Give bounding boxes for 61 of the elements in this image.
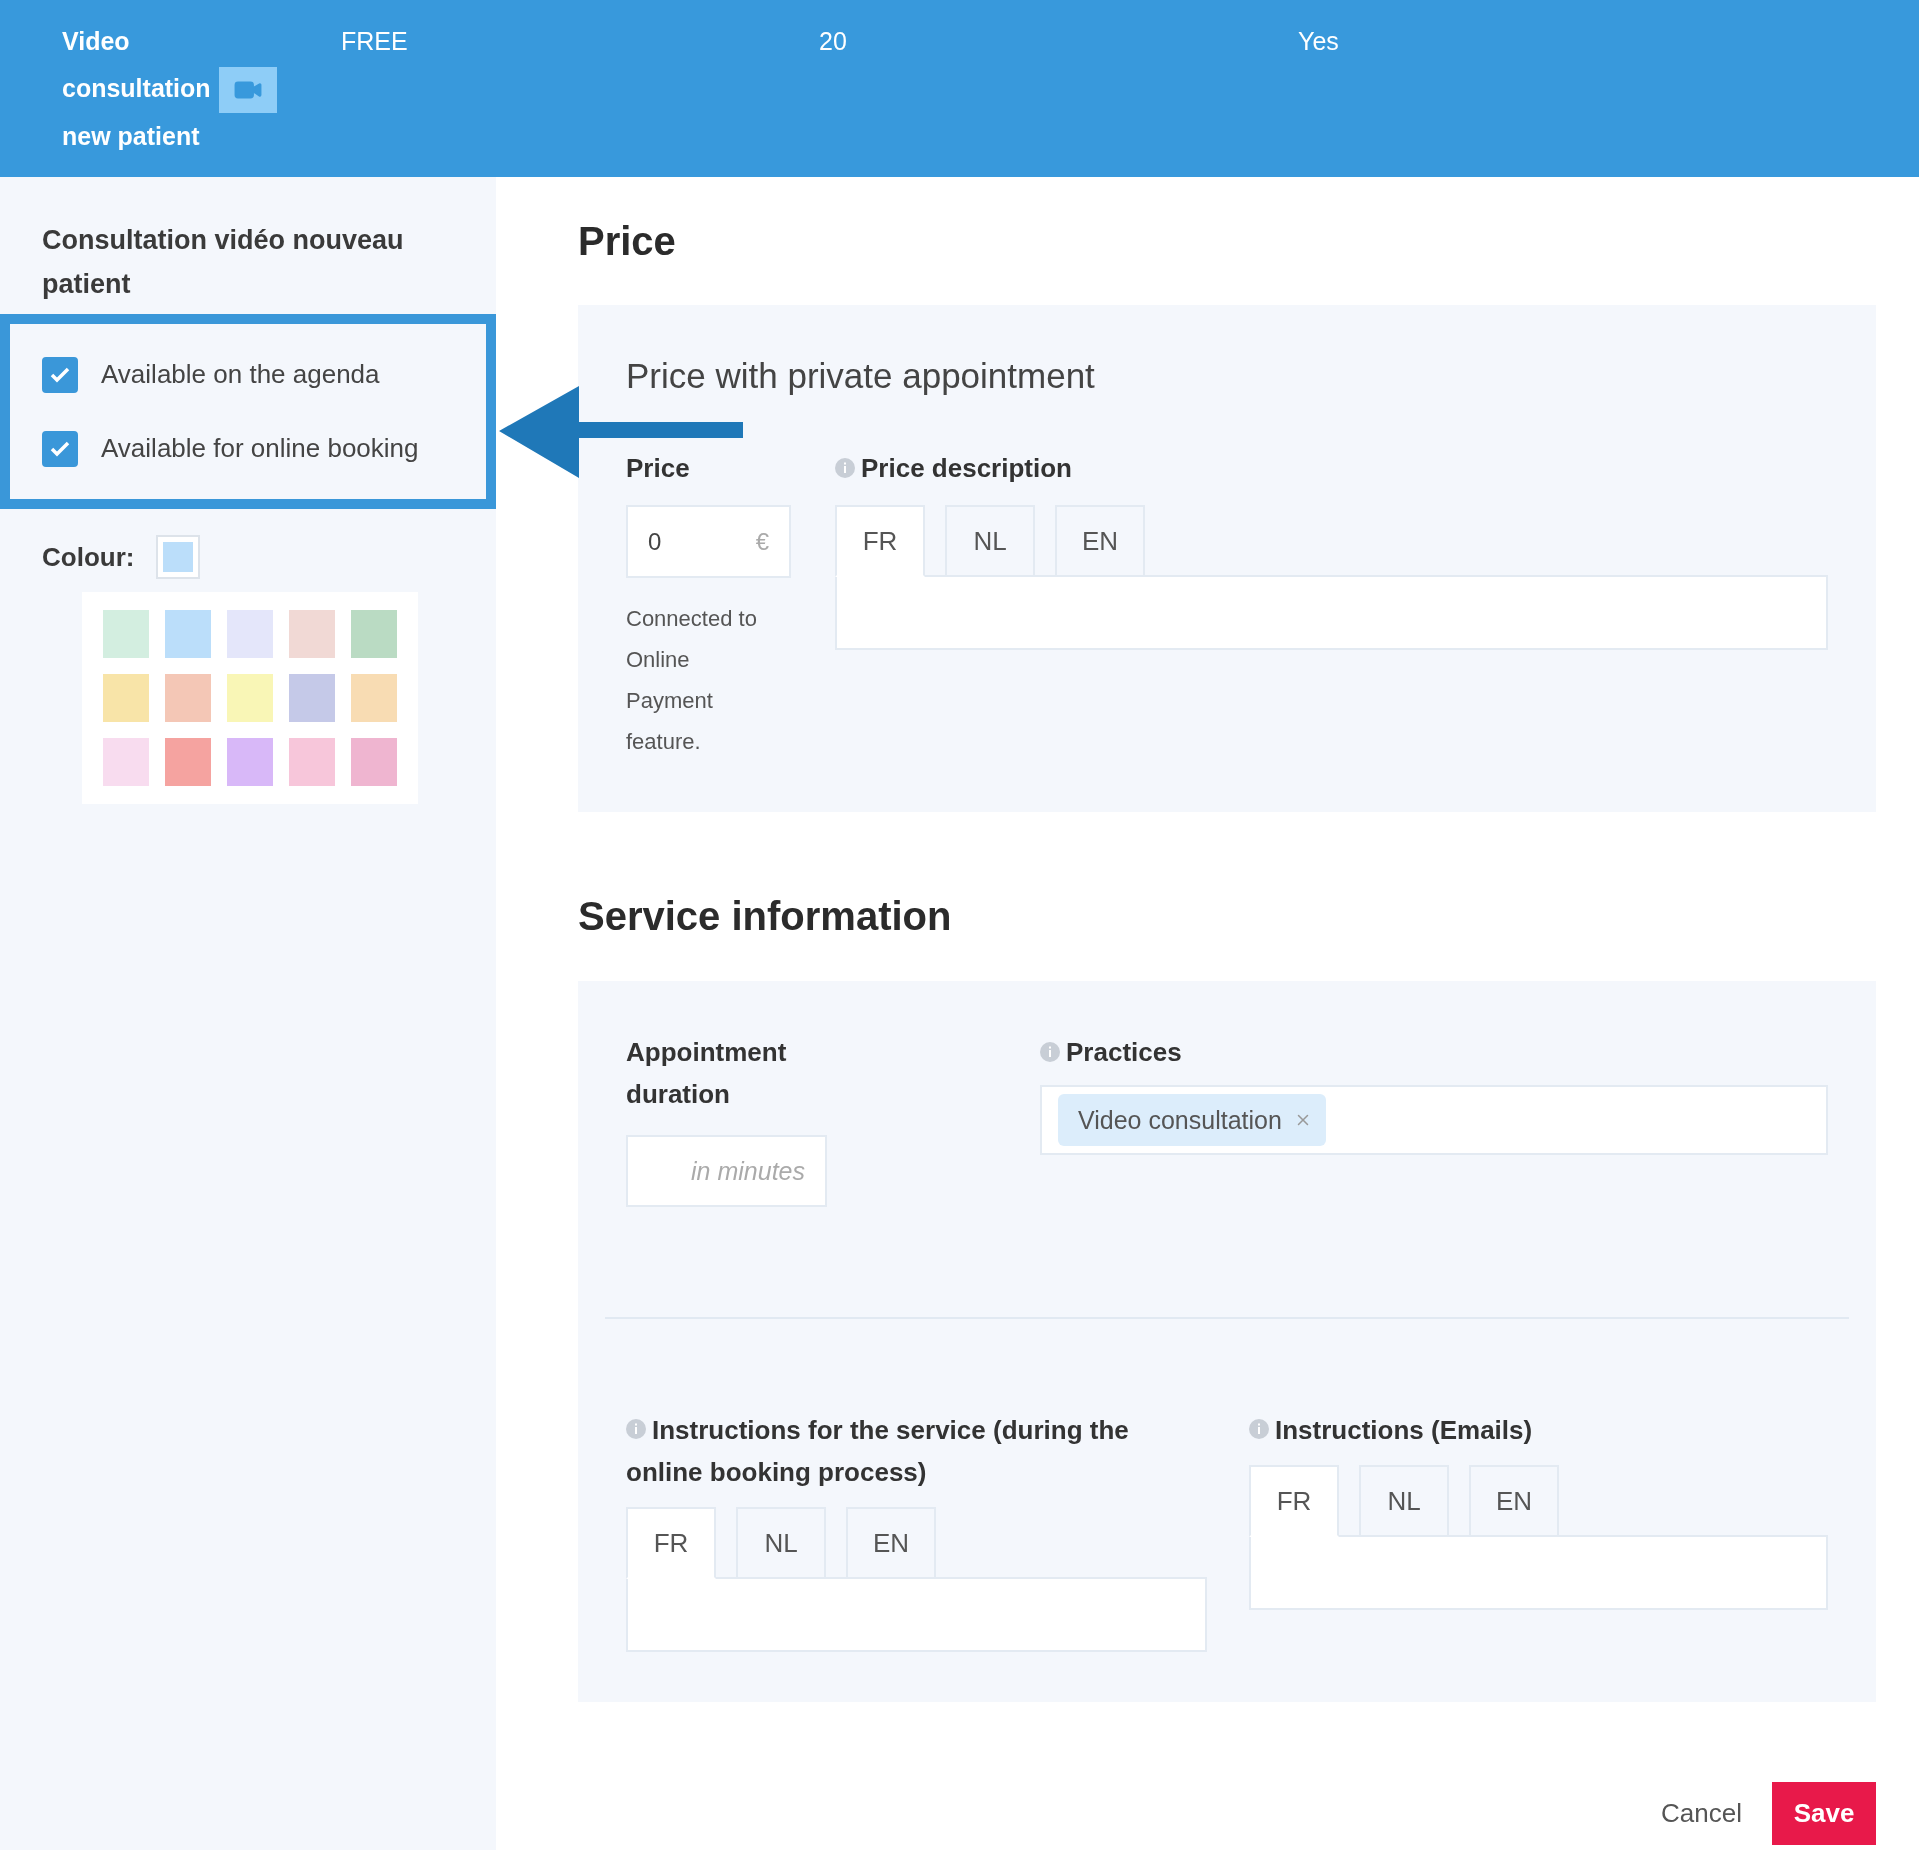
colour-swatch[interactable] xyxy=(165,674,211,722)
colour-label: Colour: xyxy=(42,541,135,573)
colour-swatch[interactable] xyxy=(289,738,335,786)
colour-swatch[interactable] xyxy=(165,610,211,658)
colour-swatch[interactable] xyxy=(227,610,273,658)
language-tab[interactable]: FR xyxy=(1249,1465,1339,1537)
colour-picker[interactable] xyxy=(156,535,201,579)
info-icon xyxy=(626,1419,646,1439)
panel-title: Price with private appointment xyxy=(626,355,1096,397)
save-button[interactable]: Save xyxy=(1772,1782,1876,1845)
service-title: new patient xyxy=(62,122,200,151)
header-value: Yes xyxy=(1298,27,1339,55)
price-input[interactable]: 0 € xyxy=(626,505,791,578)
info-icon xyxy=(1040,1042,1060,1062)
cancel-button[interactable]: Cancel xyxy=(1661,1798,1742,1829)
price-value: 0 xyxy=(648,527,662,556)
checkbox-label: Available for online booking xyxy=(101,433,419,464)
colour-swatch[interactable] xyxy=(103,738,149,786)
colour-swatch[interactable] xyxy=(351,674,397,722)
checkbox[interactable] xyxy=(42,356,78,393)
section-heading: Service information xyxy=(578,893,953,940)
language-tab[interactable]: NL xyxy=(945,505,1035,577)
colour-swatch[interactable] xyxy=(103,674,149,722)
payment-note: Connected to Online Payment feature. xyxy=(626,605,758,756)
currency-symbol: € xyxy=(755,527,769,556)
checkbox[interactable] xyxy=(42,430,78,467)
sidebar-title: Consultation vidéo nouveau patient xyxy=(41,224,405,301)
language-tab[interactable]: FR xyxy=(835,505,925,577)
header-value: FREE xyxy=(341,27,408,55)
field-label: Price xyxy=(626,452,690,485)
info-icon xyxy=(835,458,855,478)
description-field[interactable] xyxy=(835,575,1828,650)
colour-swatch[interactable] xyxy=(351,610,397,658)
field-label: Appointment duration xyxy=(626,1036,788,1111)
language-tab[interactable]: EN xyxy=(1055,505,1145,577)
language-tab[interactable]: NL xyxy=(1359,1465,1449,1537)
colour-swatch[interactable] xyxy=(227,674,273,722)
info-icon xyxy=(1249,1419,1269,1439)
colour-swatch[interactable] xyxy=(289,674,335,722)
colour-swatch[interactable] xyxy=(227,738,273,786)
language-tab[interactable]: NL xyxy=(736,1507,826,1579)
checkbox-label: Available on the agenda xyxy=(101,359,380,390)
practices-field[interactable]: Video consultation xyxy=(1040,1085,1828,1155)
colour-swatch[interactable] xyxy=(103,610,149,658)
instructions-field[interactable] xyxy=(1249,1535,1828,1610)
colour-swatch[interactable] xyxy=(351,738,397,786)
colour-swatch[interactable] xyxy=(165,738,211,786)
field-label: Instructions for the service (during the online booking process) xyxy=(626,1414,1130,1489)
placeholder-text: in minutes xyxy=(691,1156,805,1186)
field-label: Price description xyxy=(861,452,1072,485)
video-camera-icon xyxy=(218,67,277,114)
instructions-field[interactable] xyxy=(626,1577,1207,1652)
section-heading: Price xyxy=(578,218,677,265)
field-label: Practices xyxy=(1066,1036,1182,1069)
language-tab[interactable]: EN xyxy=(846,1507,936,1579)
field-label: Instructions (Emails) xyxy=(1249,1409,1533,1451)
language-tab[interactable]: EN xyxy=(1469,1465,1559,1537)
language-tab[interactable]: FR xyxy=(626,1507,716,1579)
header-value: 20 xyxy=(819,27,847,55)
tag-label: Video consultation xyxy=(1078,1105,1282,1135)
colour-swatch[interactable] xyxy=(289,610,335,658)
